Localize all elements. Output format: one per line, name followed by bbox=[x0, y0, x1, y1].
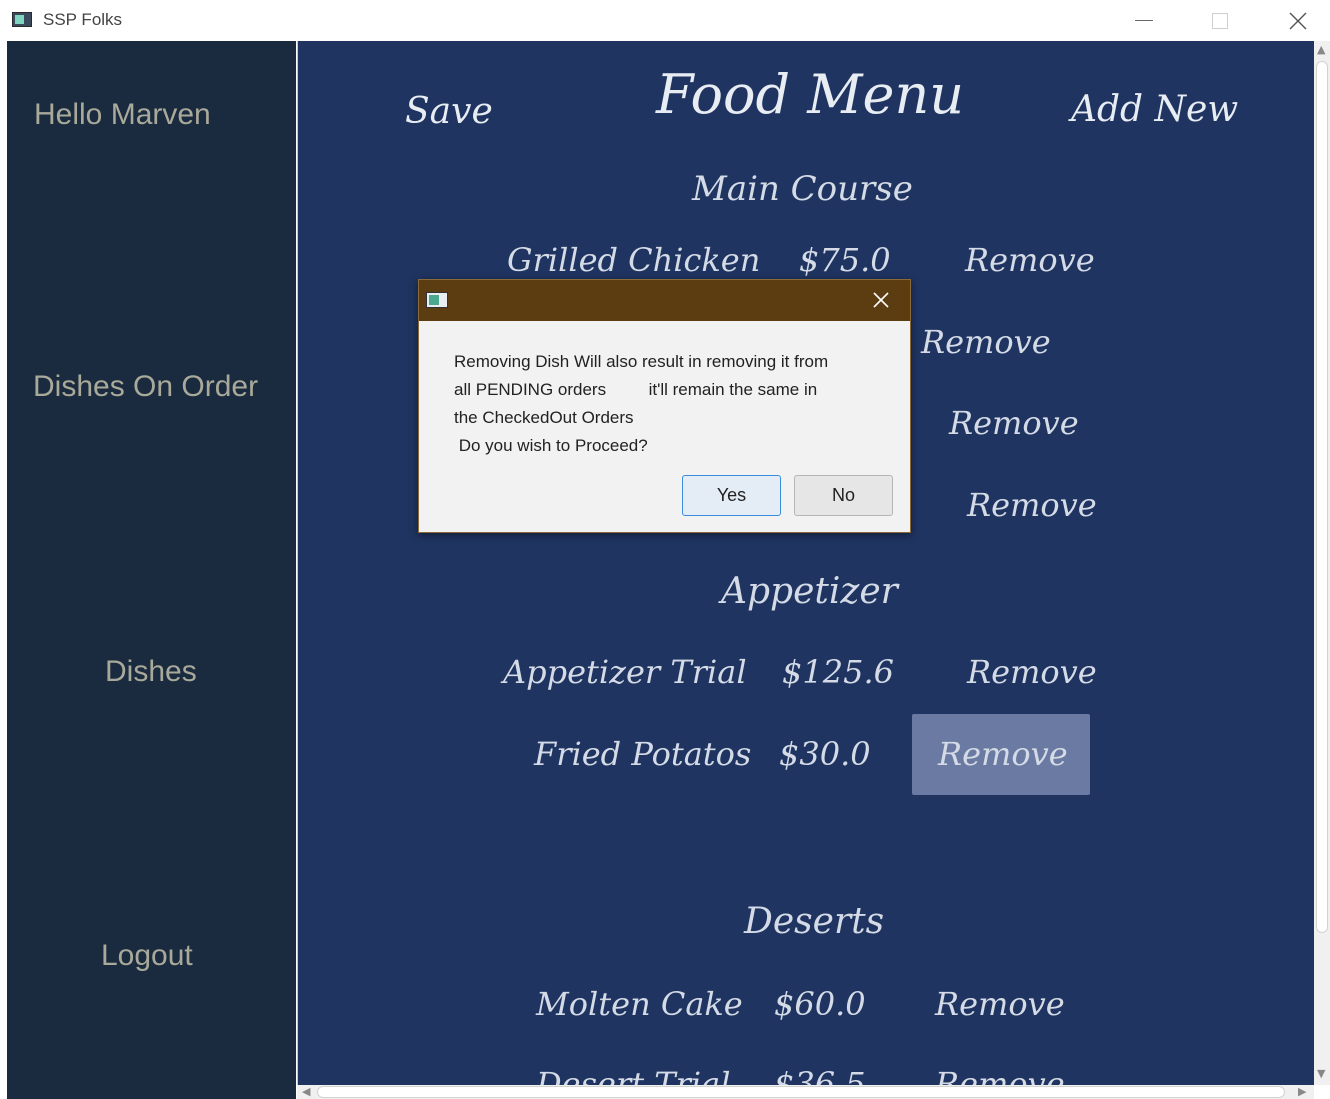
horizontal-scrollbar[interactable]: ◀ ▶ bbox=[297, 1085, 1314, 1099]
scroll-up-icon[interactable]: ▲ bbox=[1317, 43, 1325, 56]
remove-button[interactable]: Remove bbox=[935, 1065, 1065, 1085]
page-title: Food Menu bbox=[656, 63, 965, 126]
vertical-scrollbar[interactable]: ▲ ▼ bbox=[1314, 41, 1330, 1085]
scroll-left-icon[interactable]: ◀ bbox=[302, 1085, 310, 1098]
dialog-message: Removing Dish Will also result in removi… bbox=[454, 352, 829, 455]
dish-name: Grilled Chicken bbox=[507, 241, 761, 279]
scroll-down-icon[interactable]: ▼ bbox=[1317, 1067, 1325, 1080]
dish-name: Molten Cake bbox=[536, 985, 743, 1023]
dish-price: $75.0 bbox=[799, 241, 891, 279]
confirm-dialog: Removing Dish Will also result in removi… bbox=[418, 279, 911, 533]
add-new-button[interactable]: Add New bbox=[1071, 89, 1238, 130]
sidebar-item-dishes[interactable]: Dishes bbox=[105, 655, 197, 689]
window-title: SSP Folks bbox=[43, 10, 123, 29]
remove-button[interactable]: Remove bbox=[967, 486, 1097, 524]
remove-button[interactable]: Remove bbox=[965, 241, 1095, 279]
close-window-button[interactable] bbox=[1280, 6, 1316, 34]
sidebar-item-dishes-on-order[interactable]: Dishes On Order bbox=[33, 370, 258, 404]
greeting-label: Hello Marven bbox=[34, 98, 211, 131]
remove-button[interactable]: Remove bbox=[938, 735, 1068, 773]
section-title-deserts: Deserts bbox=[744, 901, 885, 942]
close-icon[interactable] bbox=[871, 290, 891, 310]
dish-price: $125.6 bbox=[782, 653, 894, 691]
dish-name: Appetizer Trial bbox=[503, 653, 747, 691]
dialog-titlebar bbox=[419, 280, 910, 321]
dish-price: $30.0 bbox=[779, 735, 871, 773]
yes-button[interactable]: Yes bbox=[682, 475, 781, 516]
maximize-button[interactable] bbox=[1202, 6, 1238, 34]
remove-button[interactable]: Remove bbox=[967, 653, 1097, 691]
minimize-button[interactable] bbox=[1126, 6, 1162, 34]
scrollbar-thumb[interactable] bbox=[1316, 61, 1328, 933]
dish-price: $60.0 bbox=[774, 985, 866, 1023]
remove-button[interactable]: Remove bbox=[935, 985, 1065, 1023]
app-icon bbox=[426, 292, 448, 308]
close-icon bbox=[1289, 12, 1307, 30]
remove-button[interactable]: Remove bbox=[921, 323, 1051, 361]
scroll-right-icon[interactable]: ▶ bbox=[1298, 1085, 1306, 1098]
window-titlebar: SSP Folks bbox=[0, 0, 1330, 41]
scrollbar-thumb[interactable] bbox=[317, 1086, 1285, 1098]
sidebar: Hello Marven Dishes On Order Dishes Logo… bbox=[7, 41, 296, 1099]
section-title-appetizer: Appetizer bbox=[721, 571, 898, 612]
section-title-main-course: Main Course bbox=[692, 169, 913, 209]
sidebar-item-logout[interactable]: Logout bbox=[101, 939, 193, 973]
remove-button[interactable]: Remove bbox=[949, 404, 1079, 442]
save-button[interactable]: Save bbox=[405, 91, 493, 132]
menu-panel: Save Food Menu Add New Main Course Grill… bbox=[297, 41, 1315, 1085]
dish-name: Desert Trial bbox=[536, 1065, 731, 1085]
dish-name: Fried Potatos bbox=[534, 735, 752, 773]
dish-price: $36.5 bbox=[774, 1065, 866, 1085]
app-icon bbox=[12, 12, 32, 27]
no-button[interactable]: No bbox=[794, 475, 893, 516]
